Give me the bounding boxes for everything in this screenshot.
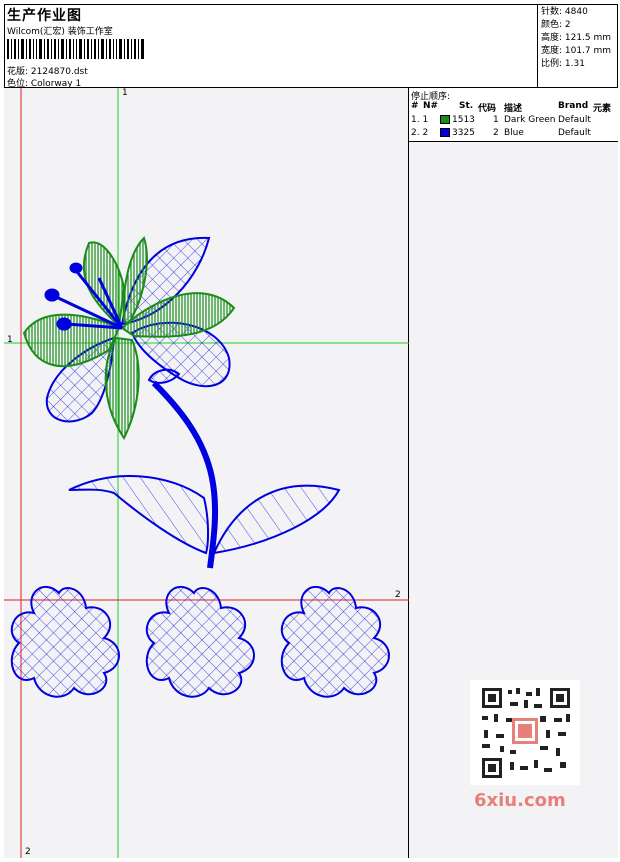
col-code: 代码 xyxy=(478,104,497,114)
page-title: 生产作业图 xyxy=(7,8,82,24)
row-stitches: 3325 xyxy=(452,128,475,138)
company-name: Wilcom(汇宏) 装饰工作室 xyxy=(7,27,113,37)
left-leaf xyxy=(68,475,210,555)
header-panel: 生产作业图 Wilcom(汇宏) 装饰工作室 花版: 2124870.dst 色… xyxy=(4,4,538,89)
stats-panel: 针数: 4840 颜色: 2 高度: 121.5 mm 宽度: 101.7 mm… xyxy=(538,4,618,88)
axis-label-h2: 2 xyxy=(395,590,401,600)
axis-label-h1: 1 xyxy=(7,335,13,345)
right-leaf xyxy=(212,484,341,555)
col-element: 元素 xyxy=(593,104,612,114)
stitch-count: 针数: 4840 xyxy=(541,7,588,17)
color-swatch xyxy=(440,128,450,137)
row-brand: Default xyxy=(558,115,591,125)
col-number: N# xyxy=(423,101,439,111)
design-scale: 比例: 1.31 xyxy=(541,59,585,69)
design-width: 宽度: 101.7 mm xyxy=(541,46,612,56)
color-count: 颜色: 2 xyxy=(541,20,571,30)
row-index: 2. 2 xyxy=(411,128,429,138)
design-canvas: 1 1 2 2 xyxy=(4,88,409,858)
small-flowers xyxy=(10,586,390,698)
barcode xyxy=(7,39,144,59)
table-row: 2. 2 3325 2 Blue Default xyxy=(411,128,616,140)
row-stitches: 1513 xyxy=(452,115,475,125)
axis-label-v2: 2 xyxy=(25,847,31,857)
row-description: Dark Green xyxy=(504,115,556,125)
bud xyxy=(147,368,181,384)
qr-code xyxy=(470,680,580,785)
table-row: 1. 1 1513 1 Dark Green Default xyxy=(411,115,616,127)
row-description: Blue xyxy=(504,128,524,138)
watermark-text: 6xiu.com xyxy=(474,790,566,811)
table-header: # N# St. 代码 描述 Brand 元素 xyxy=(411,101,616,114)
row-code: 2 xyxy=(493,128,499,138)
col-brand: Brand xyxy=(558,101,589,111)
col-index: # xyxy=(411,101,419,111)
col-stitches: St. xyxy=(459,101,474,111)
design-height: 高度: 121.5 mm xyxy=(541,33,612,43)
col-description: 描述 xyxy=(504,104,523,114)
color-swatch xyxy=(440,115,450,124)
row-index: 1. 1 xyxy=(411,115,429,125)
axis-label-v1: 1 xyxy=(122,88,128,98)
embroidery-preview xyxy=(4,88,409,858)
row-code: 1 xyxy=(493,115,499,125)
stop-sequence-table: 停止顺序: # N# St. 代码 描述 Brand 元素 1. 1 1513 … xyxy=(409,88,618,142)
row-brand: Default xyxy=(558,128,591,138)
